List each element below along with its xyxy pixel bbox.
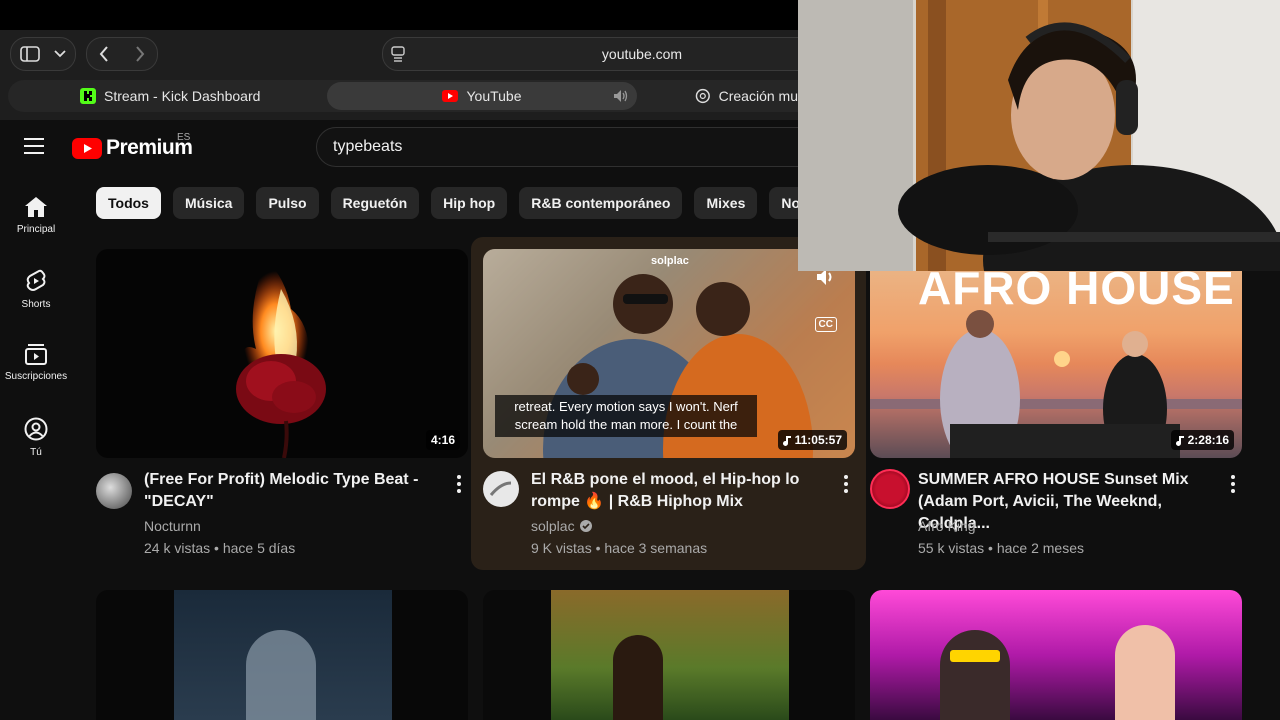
youtube-icon (442, 90, 459, 102)
video-duration: 2:28:16 (1170, 430, 1234, 450)
navigation-group (86, 37, 158, 71)
person-figure (613, 635, 663, 720)
tab-creacion-musical[interactable]: Creación mus (695, 82, 805, 110)
sidebar-item-shorts[interactable]: Shorts (0, 269, 72, 310)
chip-mixes[interactable]: Mixes (694, 187, 758, 219)
streamer-webcam-image (798, 0, 1280, 271)
duration-text: 4:16 (430, 433, 455, 447)
group-photo-image (551, 590, 789, 720)
burning-rose-image (236, 259, 326, 458)
sidebar-item-label: Principal (16, 224, 56, 235)
music-note-icon (782, 435, 791, 446)
video-thumbnail[interactable] (483, 590, 855, 720)
speaker-icon[interactable] (613, 89, 629, 103)
openai-icon (695, 88, 710, 104)
more-options-icon[interactable] (1231, 475, 1235, 493)
forward-arrow-icon[interactable] (135, 46, 145, 62)
more-options-icon[interactable] (844, 475, 848, 493)
channel-name[interactable]: Nocturnn (144, 518, 201, 534)
verified-icon (579, 520, 592, 532)
tab-label: Creación mus (718, 88, 805, 104)
video-title[interactable]: El R&B pone el mood, el Hip-hop lo rompe… (531, 469, 836, 513)
channel-logo-icon (489, 481, 512, 496)
channel-name-text: solplac (531, 518, 575, 534)
video-meta: 9 K vistas • hace 3 semanas (531, 540, 708, 556)
search-input[interactable]: typebeats (316, 127, 816, 167)
sidebar-item-principal[interactable]: Principal (0, 196, 72, 235)
thumbnail-watermark: solplac (651, 255, 689, 267)
tab-label: YouTube (466, 88, 522, 104)
chip-todos[interactable]: Todos (96, 187, 161, 219)
streamer-webcam-overlay (798, 0, 1280, 271)
region-code: ES (177, 132, 191, 143)
video-duration: 4:16 (425, 430, 460, 450)
more-options-icon[interactable] (457, 475, 461, 493)
menu-icon[interactable] (24, 138, 48, 158)
sidebar-toggle-icon[interactable] (20, 46, 40, 62)
channel-avatar-live[interactable] (870, 469, 910, 509)
performer-figure (246, 630, 316, 720)
sidebar-item-label: Tú (30, 447, 42, 458)
video-duration: 11:05:57 (777, 430, 847, 450)
back-arrow-icon[interactable] (99, 46, 109, 62)
video-title[interactable]: (Free For Profit) Melodic Type Beat - "D… (144, 469, 444, 513)
video-meta: 24 k vistas • hace 5 días (144, 540, 296, 556)
search-query: typebeats (333, 138, 403, 155)
video-thumbnail[interactable]: 4:16 (96, 249, 468, 458)
sidebar-toggle-group[interactable] (10, 37, 76, 71)
video-thumbnail[interactable]: AFRO HOUSE 2:28:16 (870, 249, 1242, 458)
youtube-premium-logo[interactable]: Premium (72, 136, 193, 160)
home-icon (25, 197, 47, 217)
duration-text: 11:05:57 (794, 433, 842, 447)
tab-youtube[interactable]: YouTube (327, 82, 637, 110)
url-text: youtube.com (601, 46, 683, 62)
video-thumbnail[interactable] (96, 590, 468, 720)
tab-kick-dashboard[interactable]: Stream - Kick Dashboard (80, 82, 320, 110)
youtube-logo-icon (72, 137, 102, 159)
sidebar-item-label: Suscripciones (4, 371, 68, 382)
page-settings-icon[interactable] (391, 46, 405, 62)
video-thumbnail[interactable] (870, 590, 1242, 720)
channel-name[interactable]: solplac (531, 518, 593, 534)
chip-rnb[interactable]: R&B contemporáneo (519, 187, 683, 219)
person-figure (940, 630, 1010, 720)
sidebar-item-tu[interactable]: Tú (0, 417, 72, 458)
chip-hip-hop[interactable]: Hip hop (431, 187, 508, 219)
video-card[interactable]: AFRO HOUSE 2:28:16 SUMMER AFRO HOUSE Sun… (870, 249, 1242, 569)
chip-pulso[interactable]: Pulso (256, 187, 319, 219)
channel-name-text: Afro King (918, 518, 976, 534)
video-card-hovered[interactable]: solplac CC retreat. Every motion says I … (471, 237, 866, 570)
channel-name[interactable]: Afro King (918, 518, 976, 534)
video-meta: 55 k vistas • hace 2 meses (918, 540, 1084, 556)
video-card[interactable]: 4:16 (Free For Profit) Melodic Type Beat… (96, 249, 468, 569)
chevron-down-icon[interactable] (54, 50, 66, 58)
duration-text: 2:28:16 (1187, 433, 1229, 447)
shorts-icon (26, 269, 46, 291)
caption-text: retreat. Every motion says I won't. Nerf… (495, 395, 757, 437)
filter-chips: Todos Música Pulso Reguetón Hip hop R&B … (96, 187, 841, 219)
channel-avatar[interactable] (96, 473, 132, 509)
kick-icon (80, 88, 96, 104)
captions-button[interactable]: CC (814, 317, 837, 332)
tab-label: Stream - Kick Dashboard (104, 88, 261, 104)
music-note-icon (1175, 435, 1184, 446)
sidebar-item-suscripciones[interactable]: Suscripciones (0, 343, 72, 382)
screen: youtube.com Stream - Kick Dashboard YouT… (0, 0, 1280, 720)
channel-avatar[interactable] (483, 471, 519, 507)
sunglasses-graphic (950, 650, 1000, 662)
channel-name-text: Nocturnn (144, 518, 201, 534)
sidebar-item-label: Shorts (21, 299, 51, 310)
chip-regueton[interactable]: Reguetón (330, 187, 420, 219)
video-thumbnail[interactable]: solplac CC retreat. Every motion says I … (483, 249, 855, 458)
subscriptions-icon (25, 344, 47, 365)
person-figure (1115, 625, 1175, 720)
chip-musica[interactable]: Música (172, 187, 245, 219)
user-icon (24, 417, 48, 441)
